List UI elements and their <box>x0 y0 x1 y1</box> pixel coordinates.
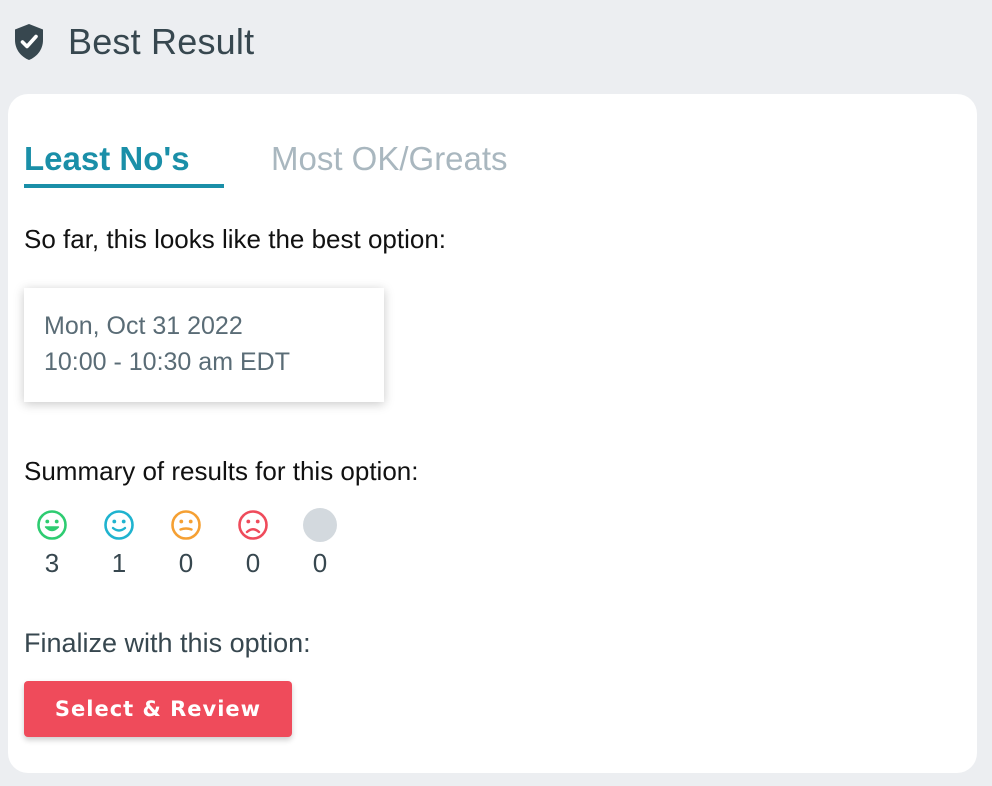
finalize-label: Finalize with this option: <box>24 628 311 658</box>
smile-icon <box>104 510 134 540</box>
summary-label: Summary of results for this option: <box>24 456 419 486</box>
select-review-button[interactable]: Select & Review <box>24 681 292 737</box>
best-result-card: Least No's Most OK/Greats So far, this l… <box>8 94 977 773</box>
vote-count-ok: 1 <box>111 548 127 578</box>
vote-count-no: 0 <box>245 548 261 578</box>
big-smile-icon <box>37 510 67 540</box>
shield-check-icon <box>15 24 43 60</box>
section-header: Best Result <box>12 20 254 64</box>
section-title: Best Result <box>68 21 255 62</box>
best-option-card: Mon, Oct 31 2022 10:00 - 10:30 am EDT <box>24 288 384 402</box>
vote-meh: 0 <box>169 508 236 579</box>
vote-ok: 1 <box>102 508 169 579</box>
frown-icon <box>238 510 268 540</box>
vote-no-response: 0 <box>303 508 370 579</box>
vote-summary: 3 1 0 0 0 <box>35 508 370 579</box>
option-time: 10:00 - 10:30 am EDT <box>44 348 290 376</box>
active-tab-indicator <box>24 184 224 188</box>
vote-no: 0 <box>236 508 303 579</box>
vote-count-great: 3 <box>44 548 60 578</box>
neutral-face-icon <box>171 510 201 540</box>
option-date: Mon, Oct 31 2022 <box>44 312 243 340</box>
vote-count-meh: 0 <box>178 548 194 578</box>
vote-great: 3 <box>35 508 102 579</box>
vote-count-no-response: 0 <box>312 548 328 578</box>
tab-least-nos[interactable]: Least No's <box>24 134 190 184</box>
no-response-icon <box>303 508 337 542</box>
tab-most-ok-greats[interactable]: Most OK/Greats <box>271 134 508 184</box>
best-option-intro: So far, this looks like the best option: <box>24 224 447 254</box>
